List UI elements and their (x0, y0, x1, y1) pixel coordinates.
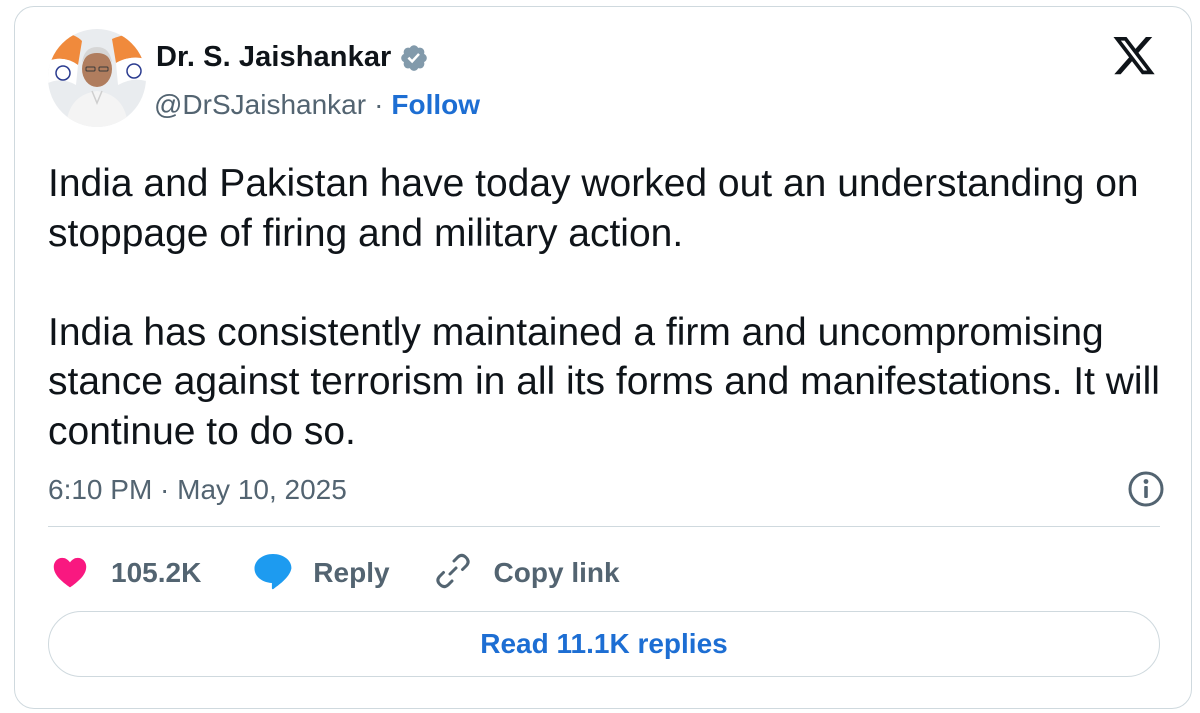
x-logo-icon[interactable] (1111, 37, 1157, 79)
tweet-card: Dr. S. Jaishankar @DrSJaishankar · Follo… (14, 6, 1192, 709)
author-name[interactable]: Dr. S. Jaishankar (156, 41, 391, 74)
follow-link[interactable]: Follow (391, 89, 480, 121)
author-handle[interactable]: @DrSJaishankar (154, 89, 366, 121)
divider (48, 526, 1160, 527)
separator-dot: · (374, 89, 384, 120)
action-bar: 105.2K Reply Copy link (51, 553, 620, 593)
link-icon (434, 552, 472, 595)
tweet-paragraph: India has consistently maintained a firm… (48, 310, 1160, 453)
speech-bubble-icon (253, 552, 293, 595)
tweet-paragraph: India and Pakistan have today worked out… (48, 162, 1139, 255)
read-replies-button[interactable]: Read 11.1K replies (48, 611, 1160, 677)
author-name-row: Dr. S. Jaishankar (156, 41, 429, 74)
heart-icon (51, 554, 89, 593)
info-icon[interactable] (1127, 470, 1165, 508)
tweet-timestamp[interactable]: 6:10 PM · May 10, 2025 (48, 474, 347, 506)
author-avatar[interactable] (48, 29, 146, 127)
tweet-body: India and Pakistan have today worked out… (48, 159, 1173, 456)
copy-link-button[interactable]: Copy link (434, 552, 620, 595)
reply-label: Reply (313, 557, 390, 588)
avatar-photo (48, 29, 146, 127)
reply-button[interactable]: Reply (253, 552, 390, 595)
verified-badge-icon (399, 43, 429, 73)
like-count: 105.2K (111, 557, 202, 588)
like-button[interactable]: 105.2K (51, 554, 201, 593)
author-handle-row: @DrSJaishankar · Follow (154, 89, 480, 121)
copy-link-label: Copy link (493, 557, 620, 588)
